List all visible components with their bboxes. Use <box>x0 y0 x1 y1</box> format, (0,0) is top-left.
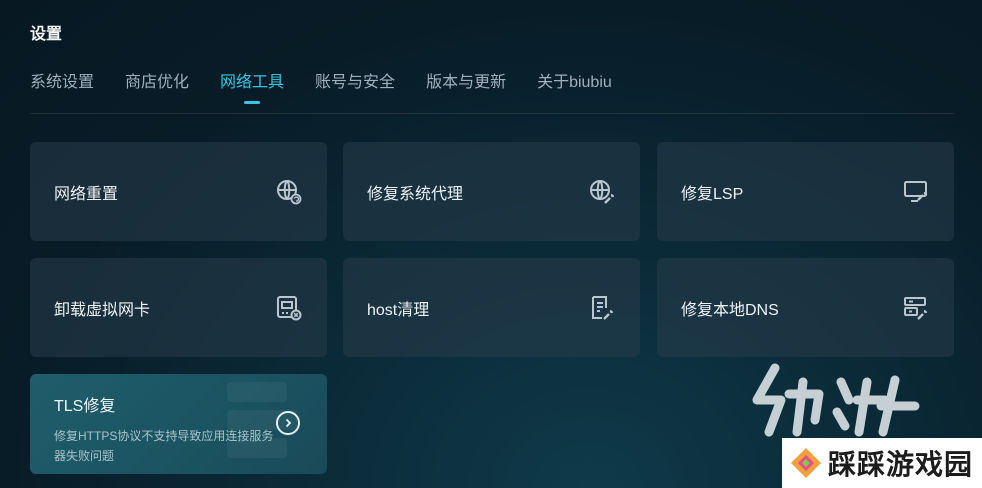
tab-bar: 系统设置 商店优化 网络工具 账号与安全 版本与更新 关于biubiu <box>30 68 643 92</box>
fix-lsp-card[interactable]: 修复LSP <box>657 142 954 241</box>
server-wrench-icon <box>903 295 929 321</box>
tab-store-optimization[interactable]: 商店优化 <box>125 68 189 92</box>
uninstall-virtual-nic-card[interactable]: 卸载虚拟网卡 <box>30 258 327 357</box>
fix-system-proxy-card[interactable]: 修复系统代理 <box>343 142 640 241</box>
fix-local-dns-label: 修复本地DNS <box>681 301 779 319</box>
fix-lsp-label: 修复LSP <box>681 185 744 203</box>
fix-system-proxy-label: 修复系统代理 <box>367 185 464 203</box>
network-reset-card[interactable]: 网络重置 <box>30 142 327 241</box>
site-name: 踩踩游戏园 <box>828 448 974 481</box>
tab-about[interactable]: 关于biubiu <box>537 68 612 92</box>
tls-fix-card[interactable]: TLS修复 修复HTTPS协议不支持导致应用连接服务器失败问题 <box>30 374 327 474</box>
chevron-right-circle-icon[interactable] <box>276 411 300 435</box>
tab-system-settings[interactable]: 系统设置 <box>30 68 94 92</box>
uninstall-virtual-nic-label: 卸载虚拟网卡 <box>54 301 151 319</box>
watermark-logo <box>745 360 945 440</box>
site-logo-icon <box>788 445 824 481</box>
monitor-wrench-icon <box>903 179 929 205</box>
tab-divider <box>30 113 954 114</box>
tls-card-decoration <box>227 382 287 402</box>
globe-wrench-icon <box>589 179 615 205</box>
tls-card-decoration <box>227 438 287 458</box>
document-clean-icon <box>589 295 615 321</box>
host-clean-label: host清理 <box>367 301 430 319</box>
tab-network-tools[interactable]: 网络工具 <box>220 68 284 92</box>
watermark-badge: 踩踩游戏园 <box>782 438 982 488</box>
host-clean-card[interactable]: host清理 <box>343 258 640 357</box>
page-title: 设置 <box>30 26 63 43</box>
globe-refresh-icon <box>276 179 302 205</box>
tab-account-security[interactable]: 账号与安全 <box>315 68 395 92</box>
fix-local-dns-card[interactable]: 修复本地DNS <box>657 258 954 357</box>
network-card-remove-icon <box>276 295 302 321</box>
tab-version-update[interactable]: 版本与更新 <box>426 68 506 92</box>
network-reset-label: 网络重置 <box>54 185 119 203</box>
